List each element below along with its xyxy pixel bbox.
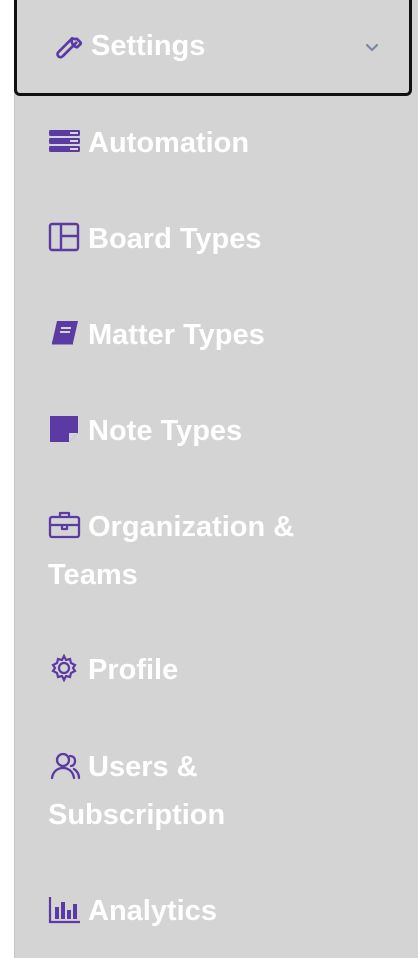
sidebar-item-label: Note Types bbox=[88, 415, 243, 447]
sidebar-item-board-types[interactable]: Board Types bbox=[48, 215, 368, 263]
sidebar-item-label: Matter Types bbox=[88, 319, 265, 351]
board-layout-icon bbox=[48, 219, 82, 252]
sidebar-item-organization-teams[interactable]: Organization & Teams bbox=[48, 503, 368, 599]
sticky-note-icon bbox=[48, 411, 82, 442]
sidebar-item-label: Analytics bbox=[88, 895, 217, 927]
sidebar-item-label: Profile bbox=[88, 654, 179, 686]
sidebar-item-users-subscription[interactable]: Users & Subscription bbox=[48, 743, 368, 839]
users-icon bbox=[48, 747, 82, 780]
sidebar-item-automation[interactable]: Automation bbox=[48, 119, 368, 167]
sidebar-item-label: Automation bbox=[88, 127, 250, 159]
wrench-icon bbox=[49, 28, 87, 66]
settings-label: Settings bbox=[91, 30, 206, 62]
sidebar-item-profile[interactable]: Profile bbox=[48, 646, 368, 694]
bar-chart-icon bbox=[48, 891, 82, 924]
sidebar-item-label: Board Types bbox=[88, 223, 262, 255]
sidebar-item-analytics[interactable]: Analytics bbox=[48, 887, 368, 935]
sidebar-item-matter-types[interactable]: Matter Types bbox=[48, 311, 368, 359]
automation-icon bbox=[48, 123, 82, 153]
book-icon bbox=[48, 315, 82, 345]
chevron-down-icon[interactable] bbox=[363, 38, 381, 56]
gear-icon bbox=[48, 650, 82, 683]
sidebar-item-note-types[interactable]: Note Types bbox=[48, 407, 368, 455]
sidebar-item-label: Organization & Teams bbox=[48, 511, 295, 591]
briefcase-icon bbox=[48, 507, 82, 539]
settings-dropdown-header[interactable]: Settings bbox=[14, 0, 412, 96]
